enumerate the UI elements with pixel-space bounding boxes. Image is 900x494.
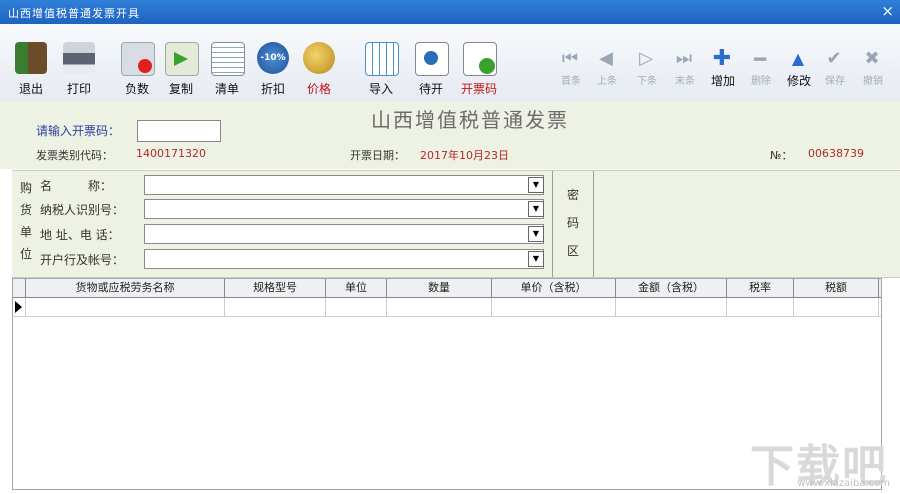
import-button[interactable]: 导入 [358, 24, 404, 101]
invoice-date-value: 2017年10月23日 [420, 149, 509, 162]
triangle-icon: ▲ [791, 49, 805, 68]
watermark-url: www.xiazaiba.com [797, 478, 890, 489]
table-row[interactable] [13, 298, 881, 317]
buyer-section: 购 货 单 位 名 称： ▼ 纳税人识别号： ▼ 地 址、电 话： ▼ 开户行及… [12, 170, 900, 278]
invoice-code-input[interactable] [137, 120, 221, 142]
invoice-title: 山西增值税普通发票 [371, 108, 569, 132]
exit-button[interactable]: 退出 [8, 24, 54, 101]
col-tax-rate[interactable]: 税率 [727, 279, 794, 297]
first-record-icon: ⏮ [561, 48, 579, 69]
cell-goods-name[interactable] [26, 298, 225, 316]
plus-icon: ✚ [712, 46, 732, 71]
chevron-down-icon[interactable]: ▼ [528, 226, 544, 242]
pending-button[interactable]: 待开 [408, 24, 454, 101]
cipher-area: 密 码 区 [552, 171, 594, 277]
copy-icon [165, 42, 199, 76]
last-record-icon: ⏭ [675, 48, 693, 69]
buyer-address-input[interactable] [144, 224, 544, 244]
buyer-bank-label: 开户行及帐号： [40, 253, 125, 267]
discount-badge-icon: -10% [257, 42, 289, 74]
copy-button[interactable]: 复制 [158, 24, 204, 101]
row-indicator [13, 298, 26, 316]
list-document-icon [211, 42, 245, 76]
delete-button[interactable]: ━ 删除 [744, 24, 778, 101]
cell-spec[interactable] [225, 298, 326, 316]
undo-button[interactable]: ✖ 撤销 [856, 24, 890, 101]
buyer-name-input[interactable] [144, 175, 544, 195]
close-icon[interactable]: × [881, 2, 894, 20]
cell-tax-amount[interactable] [794, 298, 879, 316]
prev-record-button[interactable]: ◀ 上条 [590, 24, 624, 101]
invoice-no-label: №： [770, 149, 793, 162]
code-invoice-button[interactable]: 开票码 [456, 24, 502, 101]
next-record-button[interactable]: ▷ 下条 [630, 24, 664, 101]
first-record-button[interactable]: ⏮ 首条 [554, 24, 588, 101]
window-title-bar: 山西增值税普通发票开具 × [0, 0, 900, 24]
chevron-down-icon[interactable]: ▼ [528, 177, 544, 193]
minus-icon: ━ [753, 47, 767, 71]
col-goods-name[interactable]: 货物或应税劳务名称 [26, 279, 225, 297]
cell-unit[interactable] [326, 298, 387, 316]
next-record-icon: ▷ [639, 48, 653, 69]
negative-folder-icon [121, 42, 155, 76]
col-amount[interactable]: 金额（含税） [616, 279, 727, 297]
invoice-header: 山西增值税普通发票 请输入开票码： 发票类别代码： 1400171320 开票日… [0, 101, 900, 169]
code-prompt-label: 请输入开票码： [36, 124, 121, 138]
price-button[interactable]: 价格 [296, 24, 342, 101]
row-indicator-header [13, 279, 26, 297]
goods-grid-header: 货物或应税劳务名称 规格型号 单位 数量 单价（含税） 金额（含税） 税率 税额 [13, 279, 881, 298]
last-record-button[interactable]: ⏭ 末条 [668, 24, 702, 101]
col-spec[interactable]: 规格型号 [225, 279, 326, 297]
exit-door-icon [15, 42, 47, 74]
buyer-address-label: 地 址、电 话： [40, 228, 120, 242]
category-code-label: 发票类别代码： [36, 149, 113, 162]
invoice-check-icon [463, 42, 497, 76]
cipher-area-label: 密 码 区 [566, 188, 579, 258]
negative-button[interactable]: 负数 [114, 24, 160, 101]
print-button[interactable]: 打印 [56, 24, 102, 101]
buyer-bank-input[interactable] [144, 249, 544, 269]
buyer-name-label: 名 称： [40, 179, 113, 193]
prev-record-icon: ◀ [599, 48, 613, 69]
window-title: 山西增值税普通发票开具 [8, 7, 140, 20]
check-icon: ✔ [826, 48, 842, 69]
cross-icon: ✖ [864, 48, 880, 69]
list-button[interactable]: 清单 [204, 24, 250, 101]
add-button[interactable]: ✚ 增加 [706, 24, 740, 101]
buyer-taxid-input[interactable] [144, 199, 544, 219]
cell-amount[interactable] [616, 298, 727, 316]
col-unit-price[interactable]: 单价（含税） [492, 279, 616, 297]
discount-button[interactable]: -10% 折扣 [250, 24, 296, 101]
row-pointer-icon [15, 301, 22, 313]
col-quantity[interactable]: 数量 [387, 279, 492, 297]
invoice-no-value: 00638739 [808, 147, 864, 160]
col-unit[interactable]: 单位 [326, 279, 387, 297]
chevron-down-icon[interactable]: ▼ [528, 201, 544, 217]
cell-unit-price[interactable] [492, 298, 616, 316]
toolbar: 退出 打印 负数 复制 清单 -10% 折扣 价格 导入 待开 开票码 ⏮ 首条… [0, 24, 900, 102]
modify-button[interactable]: ▲ 修改 [782, 24, 816, 101]
printer-icon [63, 42, 95, 74]
col-tax-amount[interactable]: 税额 [794, 279, 879, 297]
chevron-down-icon[interactable]: ▼ [528, 251, 544, 267]
cell-tax-rate[interactable] [727, 298, 794, 316]
pending-clipboard-icon [415, 42, 449, 76]
buyer-taxid-label: 纳税人识别号： [40, 203, 125, 217]
import-table-icon [365, 42, 399, 76]
category-code-value: 1400171320 [136, 147, 206, 160]
invoice-date-label: 开票日期： [350, 149, 405, 162]
price-coins-icon [303, 42, 335, 74]
cell-quantity[interactable] [387, 298, 492, 316]
save-button[interactable]: ✔ 保存 [818, 24, 852, 101]
buyer-section-label: 购 货 单 位 [19, 181, 32, 261]
